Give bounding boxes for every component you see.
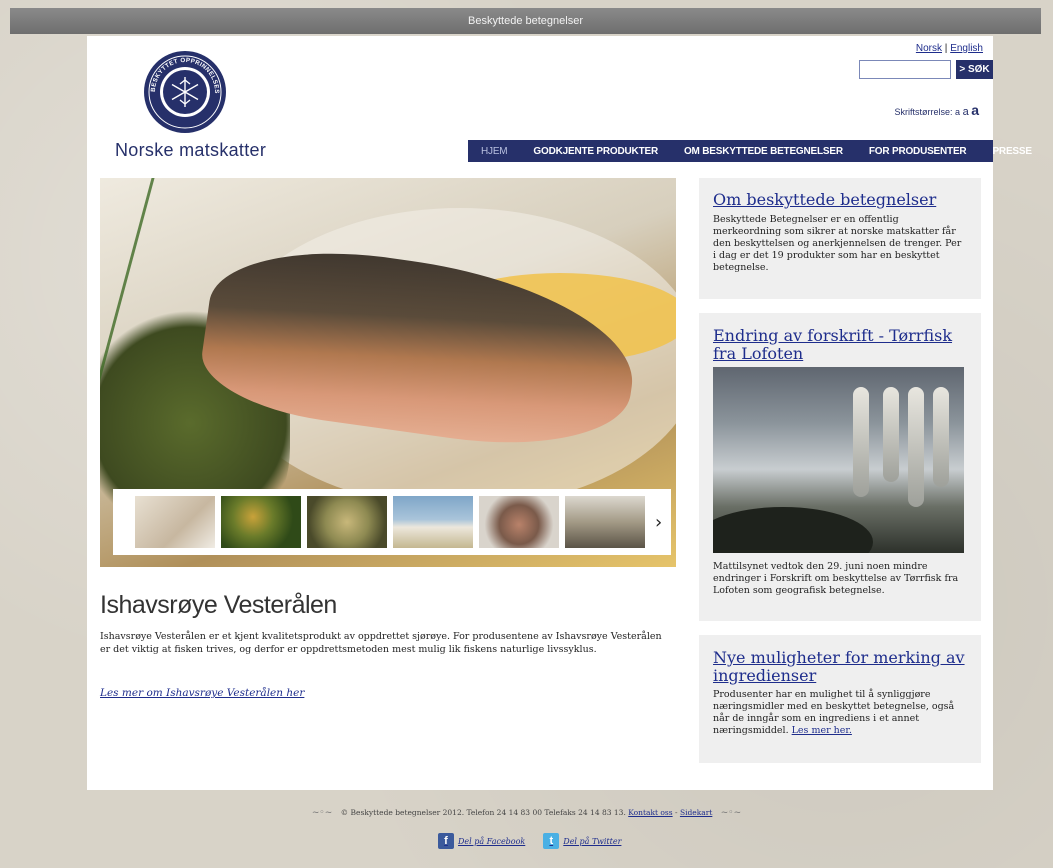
main-nav: HJEM GODKJENTE PRODUKTER OM BESKYTTEDE B… — [468, 140, 1032, 162]
facebook-icon: f — [438, 833, 454, 849]
nav-item-godkjente-produkter[interactable]: GODKJENTE PRODUKTER — [520, 146, 671, 157]
search-button[interactable]: > SØK — [956, 60, 993, 79]
sidebar-box-forskrift: Endring av forskrift - Tørrfisk fra Lofo… — [699, 313, 981, 621]
lang-english-link[interactable]: English — [950, 43, 983, 54]
sidebar-box-about: Om beskyttede betegnelser Beskyttede Bet… — [699, 178, 981, 299]
sidebar-box-merking: Nye muligheter for merking av ingrediens… — [699, 635, 981, 763]
thumbnail-potatoes[interactable] — [307, 496, 387, 548]
stockfish-rack — [813, 387, 963, 507]
lang-separator: | — [944, 43, 948, 54]
thumbnail-food-plate[interactable] — [479, 496, 559, 548]
footer-ornament-right-icon: ~◦~ — [720, 808, 742, 818]
font-size-large[interactable]: a — [971, 102, 979, 118]
window-title: Beskyttede betegnelser — [468, 15, 583, 27]
article-title: Ishavsrøye Vesterålen — [100, 591, 337, 619]
nav-item-for-produsenter[interactable]: FOR PRODUSENTER — [856, 146, 980, 157]
box-merking-title[interactable]: Nye muligheter for merking av ingrediens… — [713, 649, 967, 685]
stockfish-hill — [713, 507, 873, 553]
font-size-small[interactable]: a — [955, 107, 960, 117]
share-twitter-label: Del på Twitter — [563, 836, 622, 846]
page-container: BESKYTTET OPPRINNELSESBETEGNELSE Norske … — [87, 36, 1032, 790]
footer-sitemap-link[interactable]: Sidekart — [680, 808, 712, 817]
language-switcher: Norsk | English — [916, 43, 983, 54]
box-merking-body: Produsenter har en mulighet til å synlig… — [713, 689, 967, 737]
window-title-bar: Beskyttede betegnelser — [10, 8, 1041, 34]
font-size-control: Skriftstørrelse: a a a — [895, 102, 980, 118]
hero-image-fish-dish[interactable]: › — [100, 178, 676, 567]
footer-ornament-left-icon: ~◦~ — [311, 808, 333, 818]
stockfish-image[interactable] — [713, 367, 964, 553]
font-size-medium[interactable]: a — [963, 106, 969, 118]
lang-norsk-link[interactable]: Norsk — [916, 43, 942, 54]
share-twitter-link[interactable]: t Del på Twitter — [543, 833, 621, 849]
article-read-more-link[interactable]: Les mer om Ishavsrøye Vesterålen her — [100, 687, 304, 699]
site-logo-text[interactable]: Norske matskatter — [115, 140, 266, 161]
thumbnail-apples[interactable] — [221, 496, 301, 548]
search-input[interactable] — [859, 60, 951, 79]
box-forskrift-body: Mattilsynet vedtok den 29. juni noen min… — [713, 561, 959, 596]
font-size-label: Skriftstørrelse: — [894, 107, 953, 117]
share-facebook-link[interactable]: f Del på Facebook — [438, 833, 525, 849]
twitter-icon: t — [543, 833, 560, 849]
carousel-next-icon[interactable]: › — [655, 512, 662, 533]
thumbnail-stockfish[interactable] — [565, 496, 645, 548]
thumbnail-carousel: › — [113, 489, 671, 555]
nav-item-hjem[interactable]: HJEM — [468, 146, 520, 157]
nav-item-presse[interactable]: PRESSE — [979, 146, 1044, 157]
footer-separator: - — [675, 808, 678, 817]
logo-seal-icon[interactable]: BESKYTTET OPPRINNELSESBETEGNELSE — [143, 50, 227, 134]
footer-copyright: © Beskyttede betegnelser 2012. Telefon 2… — [340, 808, 626, 817]
nav-item-om-beskyttede-betegnelser[interactable]: OM BESKYTTEDE BETEGNELSER — [671, 146, 856, 157]
footer: ~◦~ © Beskyttede betegnelser 2012. Telef… — [0, 808, 1053, 818]
thumbnail-fish-fillet[interactable] — [135, 496, 215, 548]
share-links: f Del på Facebook t Del på Twitter — [438, 833, 621, 849]
article-body: Ishavsrøye Vesterålen er et kjent kvalit… — [100, 631, 662, 655]
box-forskrift-title[interactable]: Endring av forskrift - Tørrfisk fra Lofo… — [713, 327, 967, 363]
footer-contact-link[interactable]: Kontakt oss — [628, 808, 672, 817]
box-about-body: Beskyttede Betegnelser er en offentlig m… — [713, 214, 962, 273]
thumbnail-sheep[interactable] — [393, 496, 473, 548]
share-facebook-label: Del på Facebook — [458, 836, 526, 846]
box-about-title[interactable]: Om beskyttede betegnelser — [713, 191, 967, 209]
box-merking-read-more-link[interactable]: Les mer her. — [792, 725, 852, 736]
